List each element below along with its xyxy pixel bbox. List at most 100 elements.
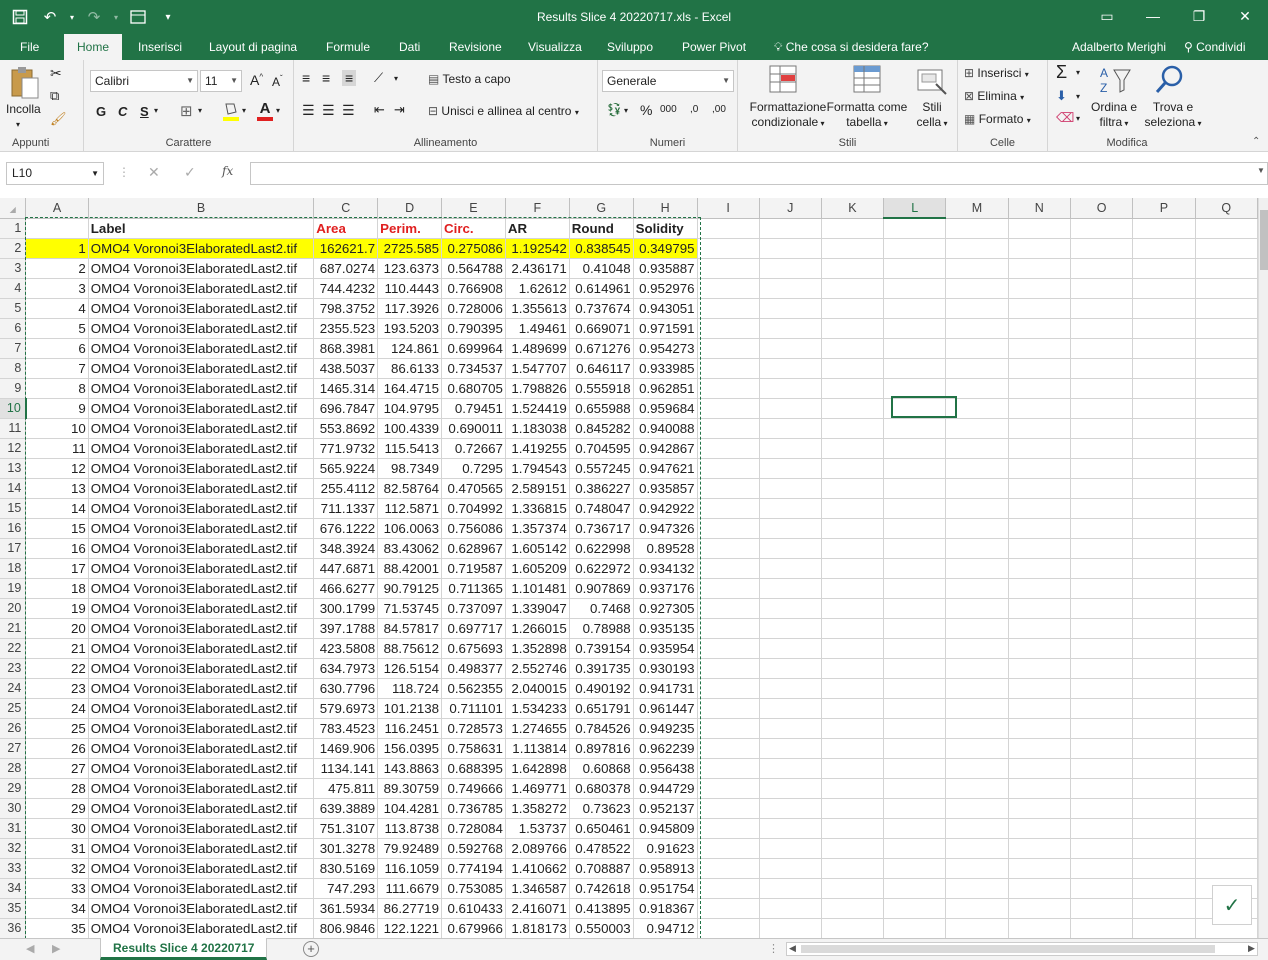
cell[interactable]	[821, 758, 885, 779]
cell[interactable]	[697, 518, 760, 539]
cell[interactable]: 90.79125	[377, 578, 443, 599]
tab-page-layout[interactable]: Layout di pagina	[199, 34, 307, 60]
cell[interactable]: 0.679966	[441, 918, 506, 938]
cell[interactable]	[883, 878, 947, 899]
cell[interactable]	[1070, 818, 1134, 839]
horizontal-scroll-thumb[interactable]	[801, 945, 1215, 953]
cell[interactable]: 0.680705	[441, 378, 506, 399]
cell[interactable]	[1195, 398, 1258, 419]
dropdown-icon[interactable]: ▾	[198, 106, 202, 115]
cell[interactable]	[759, 258, 822, 279]
cell[interactable]	[1070, 218, 1134, 239]
cell[interactable]	[697, 638, 760, 659]
decrease-indent-icon[interactable]: ⇤	[374, 102, 385, 118]
cell[interactable]: 89.30759	[377, 778, 443, 799]
minimize-button[interactable]: —	[1130, 0, 1176, 32]
cell[interactable]	[945, 598, 1009, 619]
cell[interactable]	[1132, 238, 1196, 259]
cell[interactable]	[821, 678, 885, 699]
cell[interactable]	[759, 678, 822, 699]
cut-icon[interactable]: ✂	[50, 65, 62, 82]
cell[interactable]	[1132, 458, 1196, 479]
cell[interactable]: 16	[25, 538, 89, 559]
cell[interactable]	[1070, 258, 1134, 279]
cell[interactable]	[1195, 638, 1258, 659]
cell[interactable]: OMO4 Voronoi3ElaboratedLast2.tif	[88, 518, 315, 539]
cell[interactable]: OMO4 Voronoi3ElaboratedLast2.tif	[88, 478, 315, 499]
cell[interactable]: 0.628967	[441, 538, 506, 559]
cell[interactable]: OMO4 Voronoi3ElaboratedLast2.tif	[88, 798, 315, 819]
column-header[interactable]: I	[697, 198, 760, 219]
cell[interactable]: 13	[25, 478, 89, 499]
tab-developer[interactable]: Sviluppo	[597, 34, 663, 60]
format-as-table-button[interactable]: Formatta come tabella ▾	[826, 100, 908, 131]
cell[interactable]	[1070, 778, 1134, 799]
percent-button[interactable]: %	[640, 102, 652, 118]
vertical-scrollbar[interactable]	[1258, 198, 1268, 938]
format-painter-icon[interactable]: 🖌︎	[50, 111, 67, 127]
cell[interactable]: 21	[25, 638, 89, 659]
cell[interactable]	[883, 738, 947, 759]
thousands-button[interactable]: 000	[660, 104, 677, 115]
cell[interactable]: 83.43062	[377, 538, 443, 559]
cell[interactable]	[1132, 618, 1196, 639]
cell[interactable]: 0.386227	[569, 478, 634, 499]
cell[interactable]: 2.552746	[505, 658, 570, 679]
clear-icon[interactable]: ⌫	[1056, 110, 1074, 126]
cell[interactable]	[1008, 798, 1071, 819]
sort-filter-button[interactable]: Ordina e filtra ▾	[1088, 100, 1140, 131]
cell[interactable]: 79.92489	[377, 838, 443, 859]
cell[interactable]	[759, 318, 822, 339]
cell[interactable]	[759, 798, 822, 819]
cell[interactable]	[1132, 278, 1196, 299]
cell[interactable]	[945, 538, 1009, 559]
cell[interactable]	[697, 318, 760, 339]
cell[interactable]: 0.413895	[569, 898, 634, 919]
cell[interactable]	[945, 298, 1009, 319]
ribbon-display-options-icon[interactable]: ▭	[1084, 0, 1130, 32]
cell[interactable]: 106.0063	[377, 518, 443, 539]
cell[interactable]	[945, 418, 1009, 439]
cell[interactable]: 1.346587	[505, 878, 570, 899]
cell[interactable]	[883, 798, 947, 819]
cell[interactable]: 0.622972	[569, 558, 634, 579]
cell[interactable]	[821, 838, 885, 859]
cell[interactable]	[883, 278, 947, 299]
cell[interactable]	[697, 378, 760, 399]
cell[interactable]	[759, 838, 822, 859]
cell[interactable]	[697, 298, 760, 319]
cell[interactable]: 1465.314	[313, 378, 379, 399]
cell[interactable]: 0.94712	[633, 918, 698, 938]
cell[interactable]: 0.91623	[633, 838, 698, 859]
borders-icon[interactable]: ⊞	[180, 102, 193, 120]
cell[interactable]	[1132, 818, 1196, 839]
cell[interactable]: 6	[25, 338, 89, 359]
cell[interactable]	[697, 858, 760, 879]
cell[interactable]	[1195, 218, 1258, 239]
cell[interactable]	[697, 778, 760, 799]
cell[interactable]	[1132, 358, 1196, 379]
cell[interactable]: OMO4 Voronoi3ElaboratedLast2.tif	[88, 558, 315, 579]
cell[interactable]	[759, 618, 822, 639]
cell[interactable]: 104.9795	[377, 398, 443, 419]
row-header[interactable]: 25	[0, 698, 27, 719]
fill-icon[interactable]: ⬇︎	[1056, 88, 1067, 104]
cell[interactable]	[697, 598, 760, 619]
cell[interactable]	[1195, 478, 1258, 499]
cell[interactable]: 100.4339	[377, 418, 443, 439]
cell[interactable]: 0.952137	[633, 798, 698, 819]
cell[interactable]: OMO4 Voronoi3ElaboratedLast2.tif	[88, 418, 315, 439]
cell[interactable]: 447.6871	[313, 558, 379, 579]
cell[interactable]: 0.947326	[633, 518, 698, 539]
cell[interactable]: 1.101481	[505, 578, 570, 599]
find-select-button[interactable]: Trova e seleziona ▾	[1144, 100, 1202, 131]
cell[interactable]	[1070, 558, 1134, 579]
cell[interactable]	[945, 918, 1009, 938]
cell[interactable]: 0.708887	[569, 858, 634, 879]
cell[interactable]: OMO4 Voronoi3ElaboratedLast2.tif	[88, 378, 315, 399]
cell[interactable]: 1.336815	[505, 498, 570, 519]
cell[interactable]	[883, 218, 947, 239]
cell[interactable]	[697, 578, 760, 599]
column-header[interactable]: O	[1070, 198, 1134, 219]
cell[interactable]: 1.469771	[505, 778, 570, 799]
